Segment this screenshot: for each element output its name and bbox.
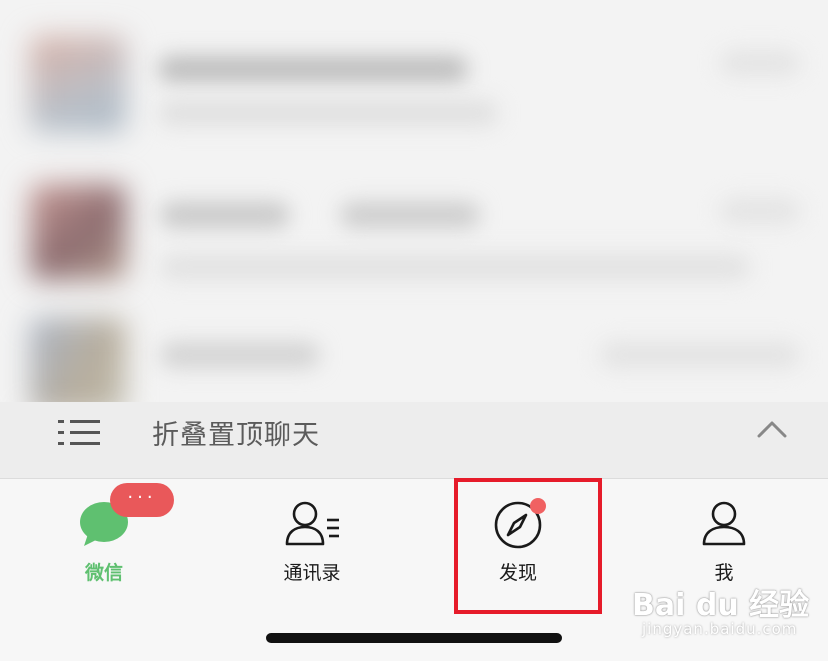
watermark-url: jingyan.baidu.com [642, 620, 798, 638]
home-indicator[interactable] [266, 633, 562, 643]
chat-row[interactable] [0, 0, 828, 134]
list-icon [58, 420, 100, 445]
blurred-text [600, 342, 800, 368]
chat-row[interactable] [0, 134, 828, 280]
chat-list[interactable] [0, 0, 828, 402]
avatar [30, 36, 126, 132]
tab-label: 微信 [84, 562, 123, 584]
contacts-icon [285, 501, 339, 546]
person-icon [702, 501, 746, 546]
chat-row[interactable] [0, 268, 828, 402]
unread-badge: ··· [110, 483, 174, 517]
tab-label: 通讯录 [283, 562, 341, 584]
chevron-up-icon[interactable] [756, 418, 788, 440]
blurred-text [340, 202, 480, 228]
tab-me[interactable]: 我 [644, 478, 804, 588]
baidu-watermark: Bai du 经验 jingyan.baidu.com [632, 580, 822, 642]
blurred-text [160, 202, 290, 228]
blurred-text [720, 198, 800, 224]
blurred-text [720, 50, 800, 76]
highlight-box [454, 478, 602, 614]
tab-contacts[interactable]: 通讯录 [232, 478, 392, 588]
watermark-logo-text: Bai du 经验 [632, 588, 810, 623]
avatar [30, 184, 126, 280]
blurred-text [160, 342, 320, 368]
folded-pinned-chats-label: 折叠置顶聊天 [152, 420, 320, 451]
blurred-text [158, 56, 468, 82]
folded-pinned-chats-bar[interactable] [0, 402, 828, 478]
blurred-text [158, 100, 498, 126]
avatar [30, 318, 126, 402]
